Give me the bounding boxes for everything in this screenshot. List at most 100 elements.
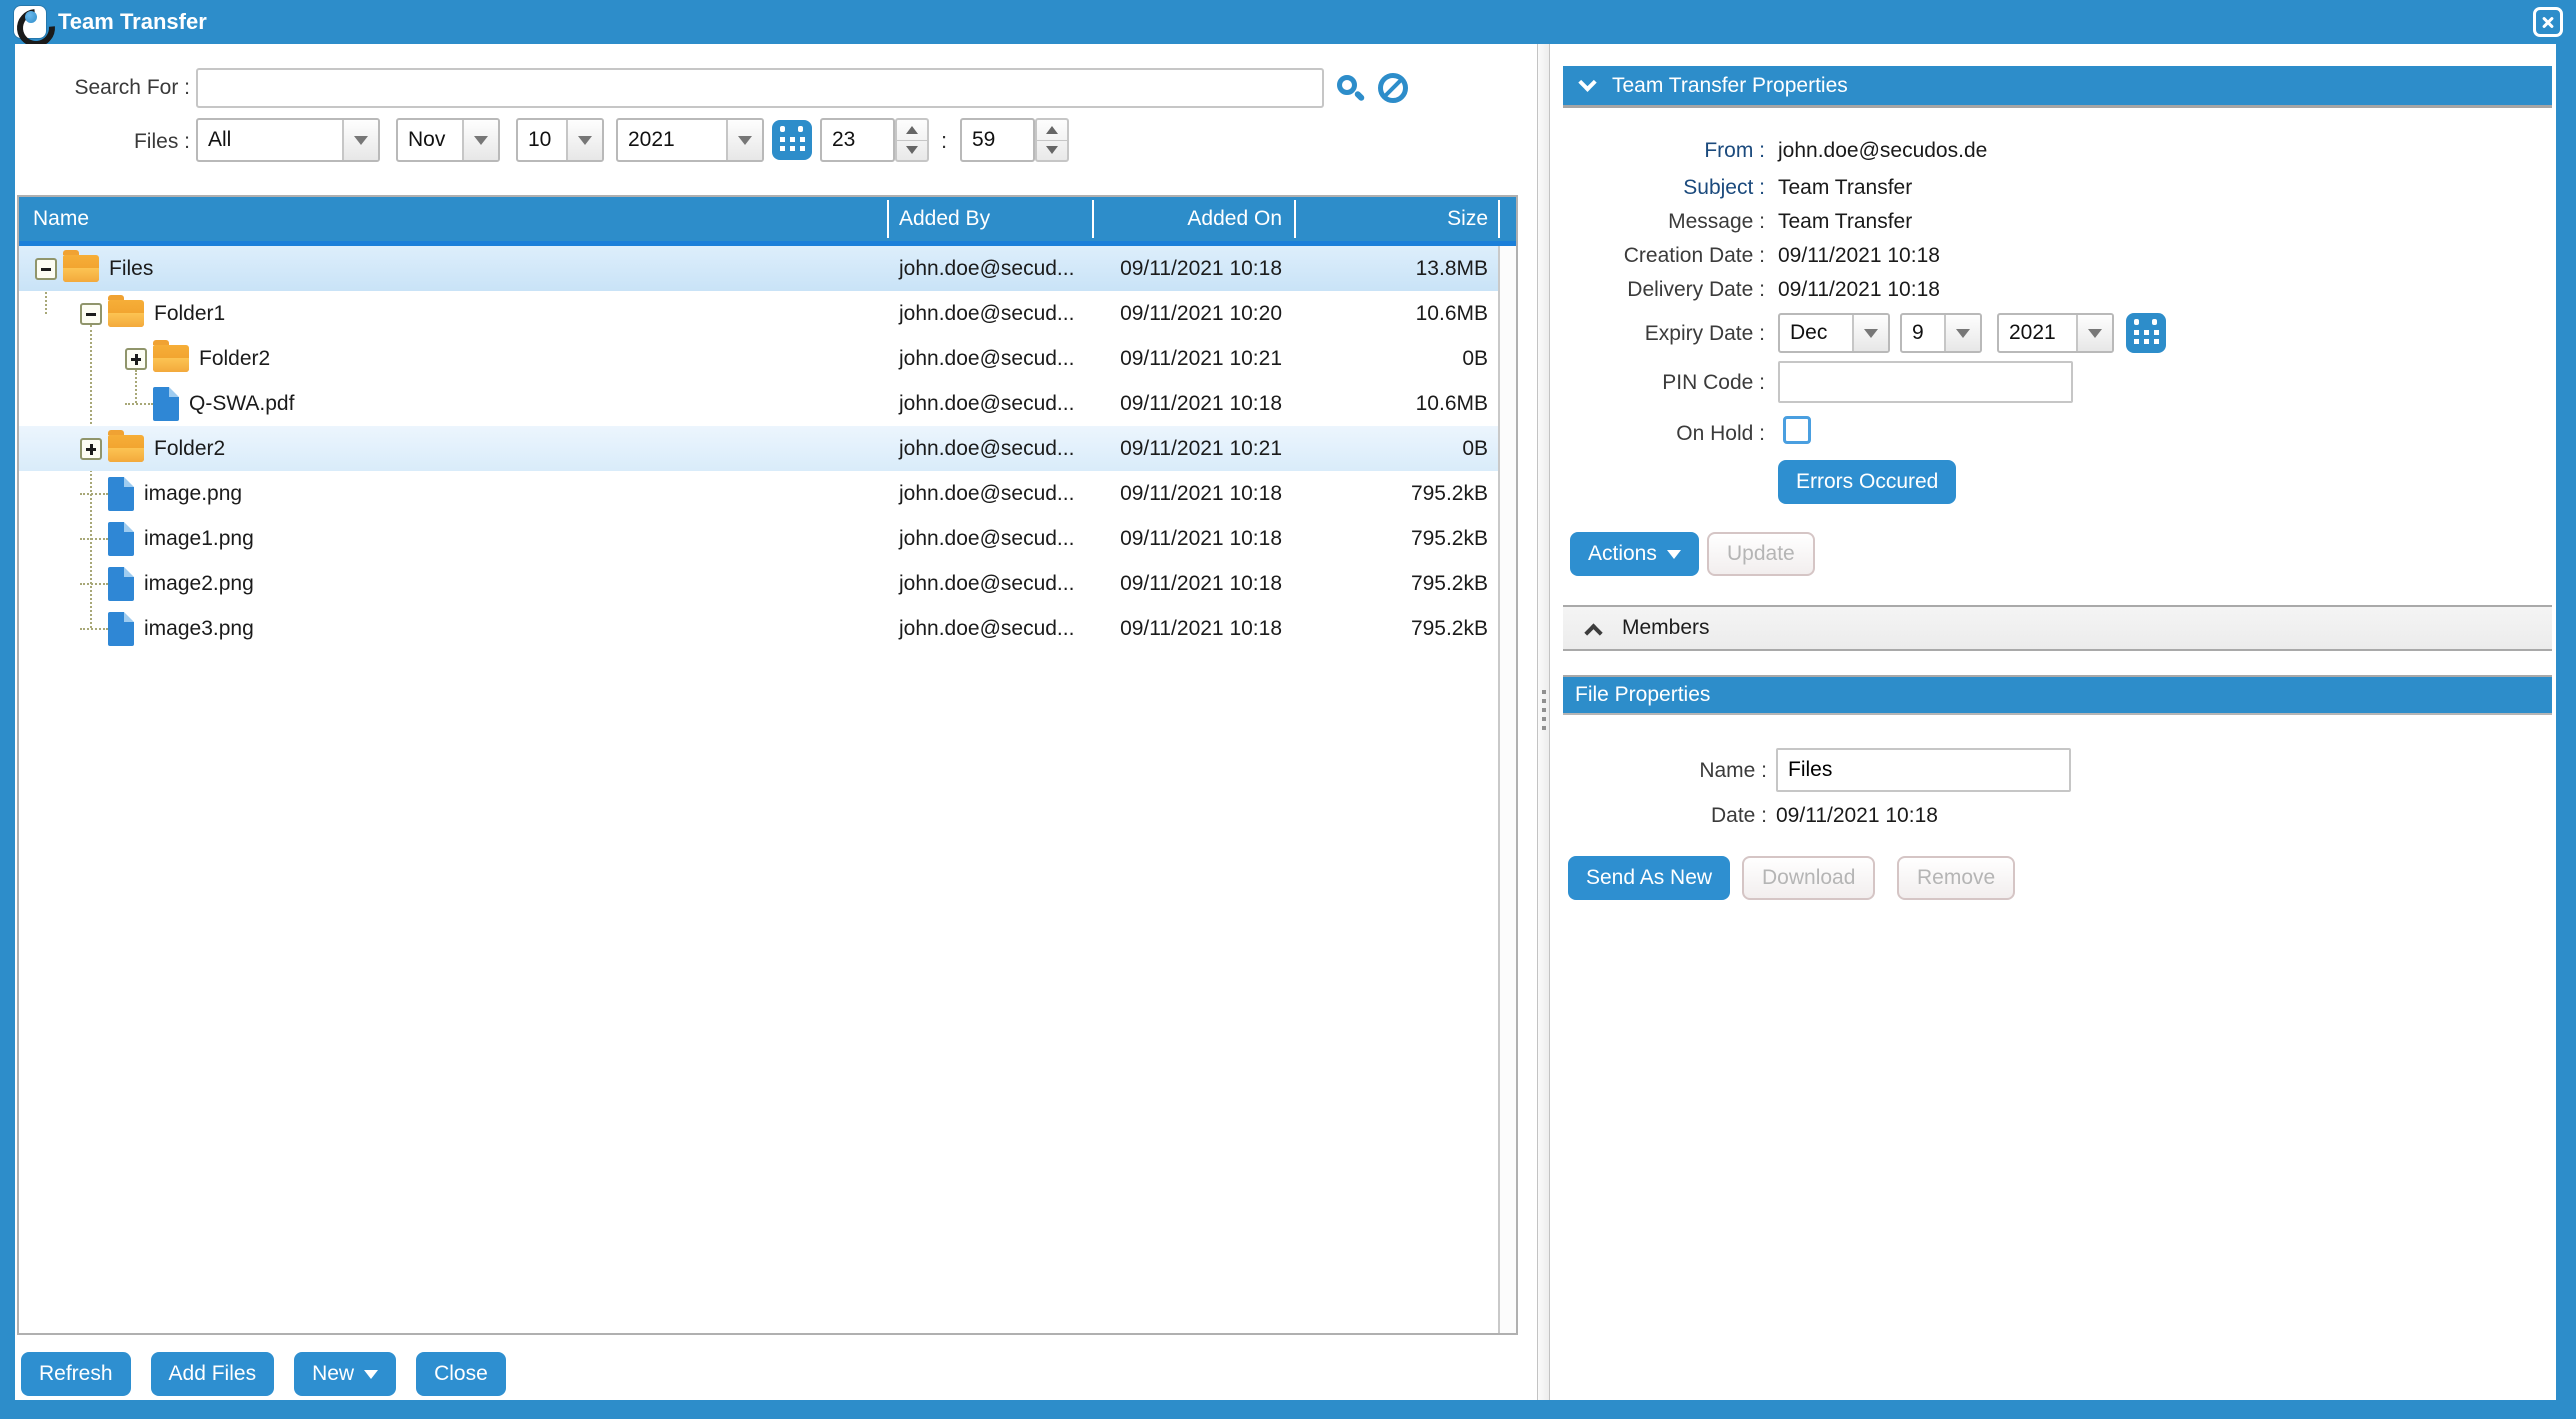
table-row[interactable]: image1.pngjohn.doe@secud...09/11/2021 10… xyxy=(19,516,1498,561)
search-input[interactable] xyxy=(196,68,1324,108)
footer-buttons: Refresh Add Files New Close xyxy=(21,1352,506,1396)
added-by-cell: john.doe@secud... xyxy=(899,516,1074,561)
table-row[interactable]: Folder2john.doe@secud...09/11/2021 10:21… xyxy=(19,336,1498,381)
subject-value: Team Transfer xyxy=(1778,176,1912,200)
dropdown-button[interactable] xyxy=(2076,315,2112,351)
members-section-header[interactable]: Members xyxy=(1563,605,2552,651)
size-cell: 0B xyxy=(1294,426,1488,471)
actions-button[interactable]: Actions xyxy=(1570,532,1699,576)
dropdown-button[interactable] xyxy=(1852,315,1888,351)
dropdown-button[interactable] xyxy=(566,120,602,160)
file-name-input[interactable] xyxy=(1776,748,2071,792)
file-type-select[interactable]: All xyxy=(196,118,380,162)
column-header-name[interactable]: Name xyxy=(33,197,89,241)
new-button[interactable]: New xyxy=(294,1352,396,1396)
send-as-new-button[interactable]: Send As New xyxy=(1568,856,1730,900)
panel-splitter[interactable] xyxy=(1530,44,1556,1400)
file-name-text[interactable]: image1.png xyxy=(144,527,254,551)
search-icon[interactable] xyxy=(1337,75,1357,95)
step-down-icon[interactable] xyxy=(897,141,927,161)
added-by-cell: john.doe@secud... xyxy=(899,561,1074,606)
table-scrollbar-track[interactable] xyxy=(1498,246,1516,1333)
transfer-properties-header[interactable]: Team Transfer Properties xyxy=(1563,66,2552,108)
dropdown-button[interactable] xyxy=(462,120,498,160)
expiry-month-select[interactable]: Dec xyxy=(1778,313,1890,353)
step-down-icon[interactable] xyxy=(1037,141,1067,161)
file-name-text[interactable]: Folder1 xyxy=(154,302,225,326)
column-header-added-on[interactable]: Added On xyxy=(1094,197,1282,241)
pin-code-label: PIN Code : xyxy=(1556,371,1765,395)
year-select[interactable]: 2021 xyxy=(616,118,764,162)
splitter-grip-icon xyxy=(1542,690,1546,694)
expiry-year-select[interactable]: 2021 xyxy=(1997,313,2114,353)
splitter-bar[interactable] xyxy=(1537,44,1550,1400)
size-cell: 13.8MB xyxy=(1294,246,1488,291)
close-window-button[interactable] xyxy=(2533,7,2563,37)
tree-connector xyxy=(80,493,108,495)
collapse-icon[interactable] xyxy=(35,258,57,280)
file-name-text[interactable]: Q-SWA.pdf xyxy=(189,392,294,416)
minute-input[interactable]: 59 xyxy=(960,118,1035,162)
hour-stepper[interactable] xyxy=(895,118,929,162)
chevron-up-icon[interactable] xyxy=(1584,623,1602,641)
table-row[interactable]: Q-SWA.pdf john.doe@secud... 09/11/2021 10:… xyxy=(19,381,1498,426)
download-button[interactable]: Download xyxy=(1742,856,1875,900)
close-button[interactable]: Close xyxy=(416,1352,506,1396)
table-row[interactable]: Folder1john.doe@secud...09/11/2021 10:20… xyxy=(19,291,1498,336)
file-browser-panel: Search For : Files : All Nov 10 2021 23 … xyxy=(15,44,1530,1400)
transfer-properties-title: Team Transfer Properties xyxy=(1612,74,1848,98)
pin-code-input[interactable] xyxy=(1778,361,2073,403)
size-cell: 10.6MB xyxy=(1294,291,1488,336)
calendar-icon[interactable] xyxy=(772,120,812,160)
table-row[interactable]: image3.pngjohn.doe@secud...09/11/2021 10… xyxy=(19,606,1498,651)
hour-input[interactable]: 23 xyxy=(820,118,895,162)
table-row[interactable]: image2.pngjohn.doe@secud...09/11/2021 10… xyxy=(19,561,1498,606)
chevron-down-icon xyxy=(474,136,488,145)
refresh-button[interactable]: Refresh xyxy=(21,1352,131,1396)
file-name-text[interactable]: image3.png xyxy=(144,617,254,641)
column-divider xyxy=(1294,200,1296,238)
from-value: john.doe@secudos.de xyxy=(1778,139,1987,163)
expand-icon[interactable] xyxy=(125,348,147,370)
step-up-icon[interactable] xyxy=(897,120,927,141)
added-on-cell: 09/11/2021 10:18 xyxy=(1094,381,1282,426)
file-name-text[interactable]: Files xyxy=(109,257,153,281)
tree-connector xyxy=(80,538,108,540)
clear-search-icon[interactable] xyxy=(1378,73,1408,103)
table-row[interactable]: image.pngjohn.doe@secud...09/11/2021 10:… xyxy=(19,471,1498,516)
table-row[interactable]: Filesjohn.doe@secud...09/11/2021 10:1813… xyxy=(19,246,1498,291)
added-by-cell: john.doe@secud... xyxy=(899,246,1074,291)
dropdown-button[interactable] xyxy=(342,120,378,160)
folder-icon xyxy=(63,255,99,282)
team-transfer-window: Team Transfer Search For : Files : All N… xyxy=(0,0,2576,1419)
column-header-added-by[interactable]: Added By xyxy=(899,197,990,241)
chevron-down-icon[interactable] xyxy=(1578,73,1596,91)
file-table: Name Added By Added On Size Files john.do… xyxy=(17,195,1518,1335)
on-hold-checkbox[interactable] xyxy=(1783,416,1811,444)
table-row[interactable]: Folder2john.doe@secud...09/11/2021 10:21… xyxy=(19,426,1498,471)
errors-occured-button[interactable]: Errors Occured xyxy=(1778,460,1956,504)
day-select[interactable]: 10 xyxy=(516,118,604,162)
step-up-icon[interactable] xyxy=(1037,120,1067,141)
add-files-button[interactable]: Add Files xyxy=(151,1352,275,1396)
creation-date-value: 09/11/2021 10:18 xyxy=(1778,244,1940,268)
file-name-text[interactable]: Folder2 xyxy=(154,437,225,461)
remove-button[interactable]: Remove xyxy=(1897,856,2015,900)
update-button[interactable]: Update xyxy=(1707,532,1815,576)
expiry-calendar-icon[interactable] xyxy=(2126,313,2166,353)
day-value: 10 xyxy=(518,128,566,152)
month-select[interactable]: Nov xyxy=(396,118,500,162)
file-name-text[interactable]: Folder2 xyxy=(199,347,270,371)
file-name-text[interactable]: image.png xyxy=(144,482,242,506)
file-name-text[interactable]: image2.png xyxy=(144,572,254,596)
dropdown-button[interactable] xyxy=(1944,315,1980,351)
expiry-day-select[interactable]: 9 xyxy=(1900,313,1982,353)
column-header-size[interactable]: Size xyxy=(1294,197,1488,241)
delivery-date-value: 09/11/2021 10:18 xyxy=(1778,278,1940,302)
collapse-icon[interactable] xyxy=(80,303,102,325)
dropdown-button[interactable] xyxy=(726,120,762,160)
added-by-cell: john.doe@secud... xyxy=(899,381,1074,426)
minute-stepper[interactable] xyxy=(1035,118,1069,162)
expand-icon[interactable] xyxy=(80,438,102,460)
added-by-cell: john.doe@secud... xyxy=(899,426,1074,471)
